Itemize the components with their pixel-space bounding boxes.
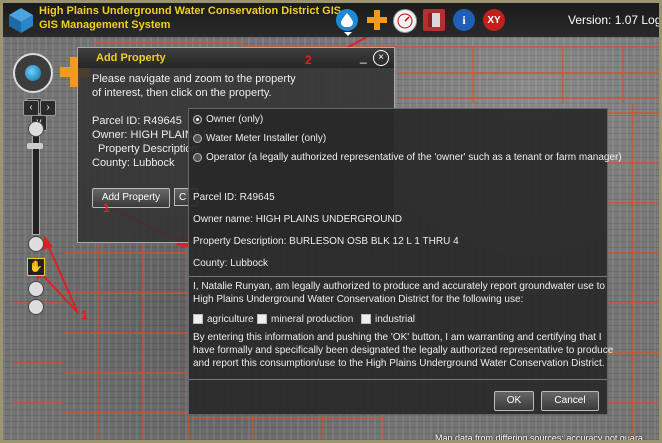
parcel-id: Parcel ID: R49645 [92, 115, 182, 127]
radio-selected[interactable] [193, 114, 202, 124]
speedometer-icon[interactable] [393, 9, 417, 33]
checkbox[interactable] [257, 314, 267, 325]
certify-line-1: By entering this information and pushing… [193, 332, 602, 343]
owner-name: Owner name: HIGH PLAINS UNDERGROUND [193, 214, 402, 225]
property-description: Property Description: BURLESON OSB BLK 1… [193, 236, 459, 247]
instructions-line-2: of interest, then click on the property. [92, 87, 272, 99]
xy-icon[interactable]: XY [483, 9, 505, 31]
use-agriculture[interactable]: agriculture [193, 314, 254, 325]
pan-compass[interactable] [13, 53, 53, 93]
checkbox[interactable] [361, 314, 371, 325]
annotation-label-2: 2 [305, 53, 312, 67]
version-label: Version: 1.07 Logged [568, 13, 662, 27]
zoom-previous-icon[interactable] [28, 281, 44, 297]
ok-button[interactable]: OK [494, 391, 534, 411]
arrow-left-icon[interactable]: ‹ [23, 100, 39, 116]
authorization-statement-line-1: I, Natalie Runyan, am legally authorized… [193, 281, 605, 292]
cancel-button[interactable]: Cancel [541, 391, 599, 411]
pan-hand-icon[interactable]: ✋ [27, 258, 45, 276]
add-plus-icon[interactable] [366, 9, 388, 31]
use-industrial[interactable]: industrial [361, 314, 415, 325]
info-icon[interactable]: i [453, 9, 475, 31]
authorization-statement-line-2: High Plains Underground Water Conservati… [193, 294, 524, 305]
app-logo-icon [7, 6, 35, 34]
zoom-next-icon[interactable] [28, 299, 44, 315]
app-header: High Plains Underground Water Conservati… [3, 3, 659, 37]
certify-line-3: and report this consumption/use to the H… [193, 358, 605, 369]
app-subtitle: GIS Management System [39, 19, 171, 31]
annotation-label-1b: 1 [81, 308, 88, 322]
minimize-icon[interactable]: _ [360, 50, 367, 64]
county: County: Lubbock [92, 157, 175, 169]
parcel-id: Parcel ID: R49645 [193, 192, 275, 203]
annotation-label-1: 1 [103, 201, 110, 215]
zoom-slider-thumb[interactable] [27, 143, 43, 149]
water-drop-icon[interactable] [336, 9, 358, 31]
book-icon[interactable] [423, 9, 445, 31]
panel-titlebar[interactable]: Add Property _ × [78, 48, 394, 68]
checkbox[interactable] [193, 314, 203, 325]
certify-line-2: have formally and specifically been desi… [193, 345, 614, 356]
property-description: Property Description: [98, 143, 201, 155]
divider [189, 379, 607, 380]
divider [189, 276, 607, 277]
radio-unselected[interactable] [193, 152, 202, 162]
use-mineral-production[interactable]: mineral production [257, 314, 353, 325]
app-window: High Plains Underground Water Conservati… [0, 0, 662, 443]
zoom-in-icon[interactable] [28, 121, 44, 137]
owner-option[interactable]: Owner (only) [193, 114, 263, 125]
chevron-down-icon[interactable] [344, 32, 352, 36]
radio-unselected[interactable] [193, 133, 202, 143]
zoom-out-icon[interactable] [28, 236, 44, 252]
close-icon[interactable]: × [373, 50, 389, 66]
map-data-disclaimer: Map data from differing sources: accurac… [435, 433, 643, 443]
operator-option[interactable]: Operator (a legally authorized represent… [193, 152, 622, 163]
app-title: High Plains Underground Water Conservati… [39, 5, 342, 17]
instructions-line-1: Please navigate and zoom to the property [92, 73, 296, 85]
county: County: Lubbock [193, 258, 269, 269]
arrow-right-icon[interactable]: › [40, 100, 56, 116]
water-meter-installer-option[interactable]: Water Meter Installer (only) [193, 133, 326, 144]
panel-title: Add Property [96, 52, 166, 64]
ownership-dialog: Owner (only) Water Meter Installer (only… [188, 108, 622, 415]
globe-icon [25, 65, 41, 81]
